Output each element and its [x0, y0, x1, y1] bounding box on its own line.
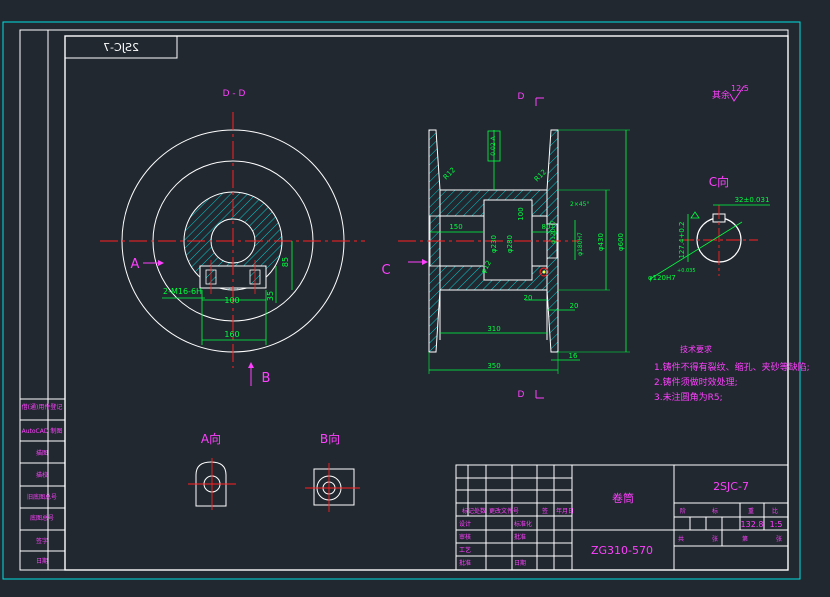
- sidebar-row: 借(通)用件登记: [22, 403, 63, 411]
- tb-sheet-no2: 张: [776, 535, 782, 543]
- dim-16: 16: [569, 352, 578, 360]
- dim-c-120: φ120H7: [648, 274, 676, 282]
- tb-sheet-no: 第: [742, 535, 748, 543]
- dim-20b: 20: [570, 302, 579, 310]
- section-letter-d-bottom: D: [518, 390, 525, 400]
- dim-d180: φ180H7: [577, 232, 584, 256]
- dim-dd-100: 100: [224, 296, 239, 305]
- sidebar-row: 日期: [36, 557, 48, 565]
- tb-total-sheets: 共: [678, 535, 684, 543]
- tb-left-row: 设计: [459, 520, 471, 528]
- tb-drawing-no: 2SJC-7: [713, 480, 749, 493]
- sidebar-row: 描图: [36, 449, 48, 457]
- dim-chamfer: 2×45°: [570, 201, 589, 208]
- dim-d430: φ430: [597, 233, 605, 251]
- tb-hdr-weight: 重: [748, 507, 754, 515]
- view-a-title: A向: [201, 431, 221, 446]
- dim-d120: φ120H7: [550, 220, 557, 244]
- dim-20a: 20: [524, 294, 533, 302]
- arrow-label-a: A: [131, 257, 140, 272]
- view-b: B向: [305, 431, 360, 512]
- tb-mark-row: 标记: [462, 507, 474, 515]
- technical-notes: 技术要求 1.铸件不得有裂纹、缩孔、夹砂等缺陷; 2.铸件须做时效处理; 3.未…: [654, 344, 810, 403]
- tb-mark-row: 年月日: [556, 507, 574, 515]
- dim-d600: φ600: [617, 233, 625, 251]
- dim-c-127: 127.4+0.2: [678, 221, 686, 258]
- tb-hdr-scale: 比: [772, 507, 778, 515]
- view-dd: D - D 100 160 85 35 2-M16-6H A B: [100, 89, 365, 386]
- dim-350: 350: [487, 362, 500, 370]
- sidebar-row: 描校: [36, 471, 48, 479]
- view-c-title: C向: [709, 174, 729, 189]
- tb-left-row: 批准: [514, 533, 526, 541]
- arrow-label-b: B: [262, 371, 271, 386]
- tb-hdr-stage: 阶: [680, 507, 686, 515]
- dim-100: 100: [517, 207, 525, 220]
- note-line: 3.未注圆角为R5;: [654, 391, 723, 403]
- tb-part-name: 卷筒: [612, 491, 634, 505]
- tb-sheet: 张: [712, 535, 718, 543]
- sidebar-row: 底图总号: [30, 514, 54, 522]
- drawing-code-mirrored: 2SJC-7: [103, 41, 139, 54]
- tb-approval-row: 批准: [459, 559, 471, 567]
- dim-c-32: 32±0.031: [735, 196, 770, 204]
- dim-tolerance-box: 0.02 A: [490, 135, 497, 155]
- sidebar-row: 签字: [36, 537, 48, 545]
- dim-d230: φ230: [490, 235, 498, 253]
- arrow-label-c: C: [381, 263, 390, 278]
- sheet-border: [2, 21, 801, 580]
- note-line: 2.铸件须做时效处理;: [654, 376, 738, 388]
- tb-material: ZG310-570: [591, 544, 653, 557]
- dim-d280: φ280: [506, 235, 514, 253]
- view-b-title: B向: [320, 431, 340, 446]
- left-sidebar: 借(通)用件登记 AutoCAD 制图 描图 描校 旧底图总号 底图总号 签字 …: [20, 398, 65, 565]
- dim-dd-160: 160: [224, 330, 239, 339]
- tb-weight: 132.8: [741, 520, 764, 529]
- roughness-note: 其余 12.5: [712, 84, 749, 102]
- view-dd-title: D - D: [223, 89, 246, 99]
- dim-dd-thread: 2-M16-6H: [163, 287, 202, 296]
- cad-drawing-sheet: 2SJC-7 借(通)用件登记 AutoCAD 制图 描图 描校 旧底图总号 底…: [2, 21, 810, 580]
- dim-dd-85: 85: [281, 257, 290, 267]
- tb-scale: 1:5: [770, 520, 783, 529]
- view-section: D D 0.02 A R12 R12 150 80 φ230 φ280 100 …: [381, 92, 630, 400]
- tb-mark-row: 处数: [474, 507, 486, 515]
- dim-r12-left: R12: [442, 166, 457, 181]
- tb-left-row: 审核: [459, 533, 471, 541]
- tb-mark-row: 签: [542, 507, 548, 515]
- tb-left-row: 标准化: [514, 520, 532, 528]
- sidebar-row: 旧底图总号: [27, 493, 57, 501]
- sidebar-row: AutoCAD 制图: [22, 427, 63, 435]
- dim-dd-35: 35: [266, 291, 275, 301]
- tb-hdr-mark: 标: [712, 507, 718, 515]
- view-a: A向: [188, 431, 236, 510]
- tb-left-row: 工艺: [459, 546, 471, 554]
- notes-title: 技术要求: [680, 344, 712, 354]
- title-block-text: 标记 处数 更改文件号 签 年月日 设计 审核 工艺 标准化 批准 日期 批准 …: [459, 480, 782, 567]
- roughness-label: 其余: [712, 89, 730, 101]
- dim-310: 310: [487, 325, 500, 333]
- section-letter-d-top: D: [518, 92, 525, 102]
- dim-r12-right: R12: [533, 168, 548, 183]
- dim-150: 150: [449, 223, 462, 231]
- tb-left-row: 日期: [514, 559, 526, 567]
- dim-c-tolerance: +0.035: [677, 268, 696, 274]
- tb-mark-row: 更改文件号: [489, 507, 519, 515]
- note-line: 1.铸件不得有裂纹、缩孔、夹砂等缺陷;: [654, 361, 810, 373]
- view-c: C向 32±0.031 127.4+0.2 φ120H7 +0.035: [648, 174, 770, 282]
